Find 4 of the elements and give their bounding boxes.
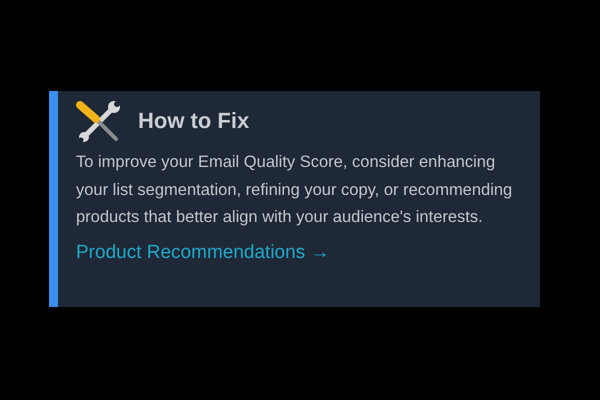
card-description: To improve your Email Quality Score, consider enhancing your list segmentation, refining your copy, or recommending products that better align with your audience's interests.	[76, 152, 514, 228]
product-recommendations-link[interactable]: Product Recommendations →	[76, 242, 330, 264]
tools-icon	[76, 99, 122, 143]
card-title: How to Fix	[138, 108, 250, 134]
